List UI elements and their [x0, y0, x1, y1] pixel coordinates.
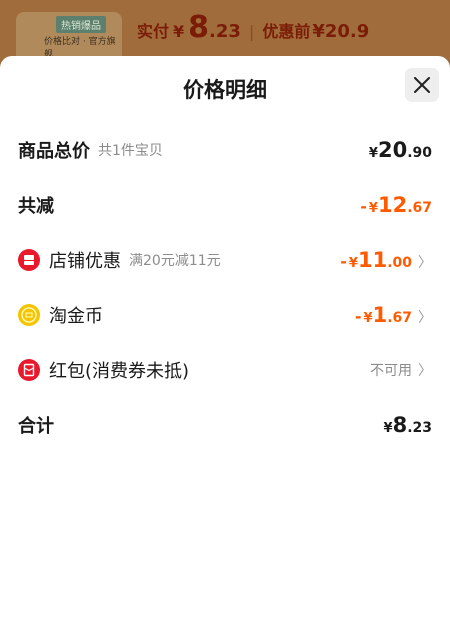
actual-price-summary: 实付 ¥ 8 .23 | 优惠前 ¥20.9 [137, 10, 369, 50]
gold-coin-icon [18, 304, 40, 326]
product-background-strip: 热销爆品 价格比对 · 官方旗舰 实付 ¥ 8 .23 | 优惠前 ¥20.9 [0, 0, 450, 70]
store-discount-value: - ¥11.00 [340, 248, 412, 272]
red-packet-status-group: 不可用 〉 [370, 360, 432, 380]
actual-price-currency: ¥ [173, 22, 185, 41]
original-price-value: ¥20.9 [312, 21, 370, 42]
chevron-right-icon: 〉 [418, 310, 432, 326]
goods-total-label: 商品总价 [18, 141, 90, 162]
actual-price-integer: 8 [188, 10, 210, 45]
sum-value: ¥8.23 [383, 413, 432, 437]
thumbnail-tag: 热销爆品 [56, 16, 106, 33]
red-packet-label: 红包(消费券未抵) [49, 361, 190, 382]
chevron-right-icon: 〉 [418, 363, 432, 379]
store-discount-rule: 满20元减11元 [129, 253, 221, 269]
red-packet-row[interactable]: 红包(消费券未抵) 不可用 〉 [18, 353, 432, 387]
actual-price-label: 实付 [137, 22, 170, 41]
close-button[interactable] [405, 68, 439, 102]
sum-label: 合计 [18, 416, 54, 437]
gold-coin-value-group: - ¥1.67 〉 [355, 303, 432, 327]
goods-total-value: ¥20.90 [368, 138, 432, 162]
price-details-sheet: 价格明细 商品总价 共1件宝贝 ¥20.90 共减 - ¥12.67 店铺优惠 满… [0, 56, 450, 629]
store-coupon-icon [18, 249, 40, 271]
total-reduction-label: 共减 [18, 196, 54, 217]
gold-coin-label: 淘金币 [49, 306, 103, 327]
store-discount-label: 店铺优惠 [49, 251, 121, 272]
total-reduction-row: 共减 - ¥12.67 [18, 188, 432, 222]
item-count: 共1件宝贝 [98, 143, 163, 159]
sheet-title: 价格明细 [183, 78, 267, 102]
goods-total-row: 商品总价 共1件宝贝 ¥20.90 [18, 133, 432, 167]
close-icon [414, 77, 430, 93]
sum-row: 合计 ¥8.23 [18, 408, 432, 442]
original-price-label: 优惠前 [262, 22, 311, 41]
chevron-right-icon: 〉 [418, 255, 432, 271]
price-separator: | [248, 22, 255, 41]
red-packet-status: 不可用 [370, 363, 412, 379]
gold-coin-row[interactable]: 淘金币 - ¥1.67 〉 [18, 298, 432, 332]
gold-coin-value: - ¥1.67 [354, 303, 412, 327]
store-discount-row[interactable]: 店铺优惠 满20元减11元 - ¥11.00 〉 [18, 243, 432, 277]
store-discount-value-group: - ¥11.00 〉 [340, 248, 432, 272]
total-reduction-value: - ¥12.67 [360, 193, 432, 217]
red-packet-icon [18, 359, 40, 381]
actual-price-decimal: .23 [209, 21, 241, 42]
